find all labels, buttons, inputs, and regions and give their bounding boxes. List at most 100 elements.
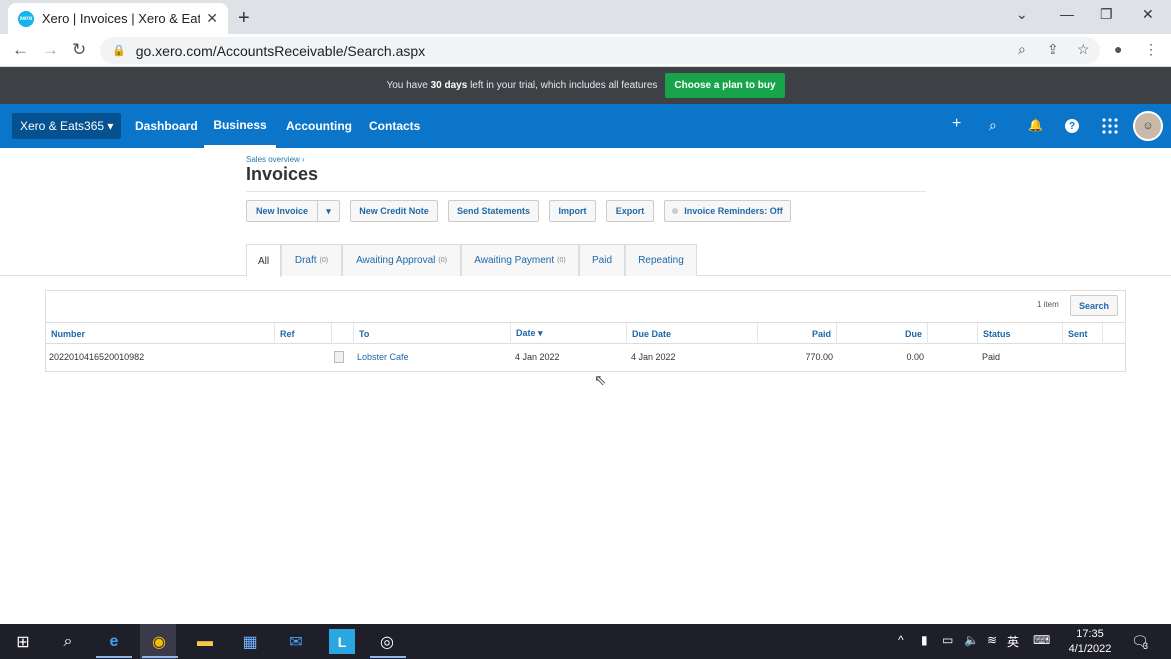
user-avatar[interactable]: ☺	[1133, 111, 1163, 141]
running-indicator	[142, 656, 178, 658]
windows-start-icon[interactable]: ⊞	[10, 629, 36, 654]
col-ref[interactable]: Ref	[275, 323, 332, 344]
new-tab-icon[interactable]: +	[238, 7, 250, 30]
import-button[interactable]: Import	[549, 200, 596, 222]
notification-count: 3	[1143, 641, 1149, 651]
add-icon[interactable]: +	[952, 115, 961, 133]
page-title: Invoices	[246, 164, 319, 184]
col-doc	[332, 323, 354, 344]
file-explorer-icon[interactable]: ▬	[192, 629, 218, 654]
url-text: go.xero.com/AccountsReceivable/Search.as…	[135, 42, 426, 59]
choose-plan-button[interactable]: Choose a plan to buy	[665, 73, 785, 98]
forward-icon[interactable]: →	[42, 40, 59, 60]
col-sent[interactable]: Sent	[1063, 323, 1103, 344]
battery-icon[interactable]: ▭	[942, 633, 953, 647]
address-bar[interactable]: 🔒 go.xero.com/AccountsReceivable/Search.…	[100, 37, 1100, 64]
notifications-bell-icon[interactable]: 🔔	[1028, 118, 1043, 132]
tab-search-icon[interactable]: ⌄	[1016, 6, 1028, 23]
running-indicator	[96, 656, 132, 658]
close-window-icon[interactable]: ✕	[1142, 6, 1154, 23]
xero-nav: Xero & Eats365 ▾ Dashboard Business Acco…	[0, 104, 1171, 148]
table-search-button[interactable]: Search	[1070, 295, 1118, 316]
tray-chevron-icon[interactable]: ^	[898, 633, 904, 647]
tab-draft[interactable]: Draft (0)	[281, 244, 342, 276]
breadcrumb[interactable]: Sales overview ›	[246, 155, 305, 164]
address-row: ← → ↻ 🔒 go.xero.com/AccountsReceivable/S…	[0, 34, 1171, 67]
col-number[interactable]: Number	[46, 323, 275, 344]
caret-down-icon: ▾	[107, 119, 114, 133]
col-blank	[928, 323, 978, 344]
browser-tabstrip: xero Xero | Invoices | Xero & Eats365 ✕ …	[0, 0, 1171, 34]
bookmark-star-icon[interactable]: ☆	[1077, 41, 1090, 58]
running-indicator	[370, 656, 406, 658]
cell-status: Paid	[982, 352, 1001, 362]
taskbar-search-icon[interactable]: ⌕	[55, 629, 81, 654]
export-button[interactable]: Export	[606, 200, 654, 222]
org-switcher[interactable]: Xero & Eats365 ▾	[12, 113, 122, 139]
lark-app-icon[interactable]: L	[329, 629, 355, 654]
cell-number[interactable]: 2022010416520010982	[49, 348, 144, 366]
new-invoice-button[interactable]: New Invoice	[246, 200, 318, 222]
col-due-date[interactable]: Due Date	[627, 323, 758, 344]
col-to[interactable]: To	[354, 323, 511, 344]
profile-icon[interactable]: ●	[1114, 41, 1122, 57]
cell-due-date: 4 Jan 2022	[631, 352, 676, 362]
edge-icon[interactable]: e	[101, 629, 127, 654]
status-dot-icon	[672, 208, 679, 214]
help-icon[interactable]: ?	[1065, 119, 1079, 133]
divider	[246, 191, 926, 192]
lock-icon: 🔒	[112, 45, 126, 57]
document-icon	[334, 351, 344, 363]
reload-icon[interactable]: ↻	[72, 40, 86, 60]
minimize-icon[interactable]: —	[1060, 6, 1074, 22]
keyboard-icon[interactable]: ⌨	[1033, 633, 1050, 647]
ime-indicator[interactable]: 英	[1007, 633, 1019, 650]
nav-business[interactable]: Business	[204, 104, 276, 148]
col-due[interactable]: Due	[837, 323, 928, 344]
chrome-icon[interactable]: ◉	[146, 629, 172, 654]
tab-paid[interactable]: Paid	[579, 244, 625, 276]
col-date[interactable]: Date ▾	[511, 323, 627, 344]
invoice-reminders-button[interactable]: Invoice Reminders: Off	[664, 200, 791, 222]
mic-icon[interactable]: ▮	[921, 633, 928, 647]
cell-date: 4 Jan 2022	[515, 352, 560, 362]
store-icon[interactable]: ▦	[237, 629, 263, 654]
xero-favicon-icon: xero	[18, 10, 34, 27]
tab-awaiting-approval[interactable]: Awaiting Approval (0)	[342, 244, 461, 276]
trial-message: You have 30 days left in your trial, whi…	[386, 80, 658, 91]
caret-down-icon: ▾	[326, 205, 331, 216]
search-icon[interactable]: ⌕	[989, 117, 997, 134]
browser-tab[interactable]: xero Xero | Invoices | Xero & Eats365 ✕	[8, 3, 228, 34]
new-credit-note-button[interactable]: New Credit Note	[350, 200, 438, 222]
trial-banner: You have 30 days left in your trial, whi…	[0, 67, 1171, 104]
taskbar-clock[interactable]: 17:35 4/1/2022	[1060, 627, 1120, 657]
tab-repeating[interactable]: Repeating	[625, 244, 697, 276]
share-icon[interactable]: ⇪	[1047, 41, 1059, 58]
avatar-icon: ☺	[1142, 120, 1154, 132]
cell-to[interactable]: Lobster Cafe	[357, 348, 409, 366]
tab-title: Xero | Invoices | Xero & Eats365	[41, 11, 201, 26]
col-status[interactable]: Status	[978, 323, 1063, 344]
tab-all[interactable]: All	[246, 244, 281, 277]
table-header: Number Ref To Date ▾ Due Date Paid Due S…	[46, 322, 1125, 344]
close-tab-icon[interactable]: ✕	[206, 10, 218, 27]
volume-icon[interactable]: 🔈	[964, 633, 979, 647]
zoom-icon[interactable]: ⌕	[1018, 41, 1026, 58]
menu-kebab-icon[interactable]: ⋮	[1144, 41, 1158, 58]
back-icon[interactable]: ←	[12, 40, 29, 60]
tab-awaiting-payment[interactable]: Awaiting Payment (0)	[461, 244, 579, 276]
nav-accounting[interactable]: Accounting	[286, 104, 352, 148]
obs-icon[interactable]: ◎	[374, 629, 400, 654]
nav-dashboard[interactable]: Dashboard	[135, 104, 198, 148]
col-paid[interactable]: Paid	[758, 323, 837, 344]
mouse-cursor-icon: ⇖	[594, 372, 607, 389]
restore-icon[interactable]: ❐	[1100, 6, 1113, 23]
cell-due: 0.00	[906, 352, 924, 362]
app-grid-icon[interactable]	[1102, 118, 1118, 134]
new-invoice-dropdown[interactable]: ▾	[317, 200, 340, 222]
cell-paid: 770.00	[805, 352, 833, 362]
wifi-icon[interactable]: ≋	[987, 633, 997, 647]
nav-contacts[interactable]: Contacts	[369, 104, 420, 148]
send-statements-button[interactable]: Send Statements	[448, 200, 539, 222]
mail-icon[interactable]: ✉	[283, 629, 309, 654]
